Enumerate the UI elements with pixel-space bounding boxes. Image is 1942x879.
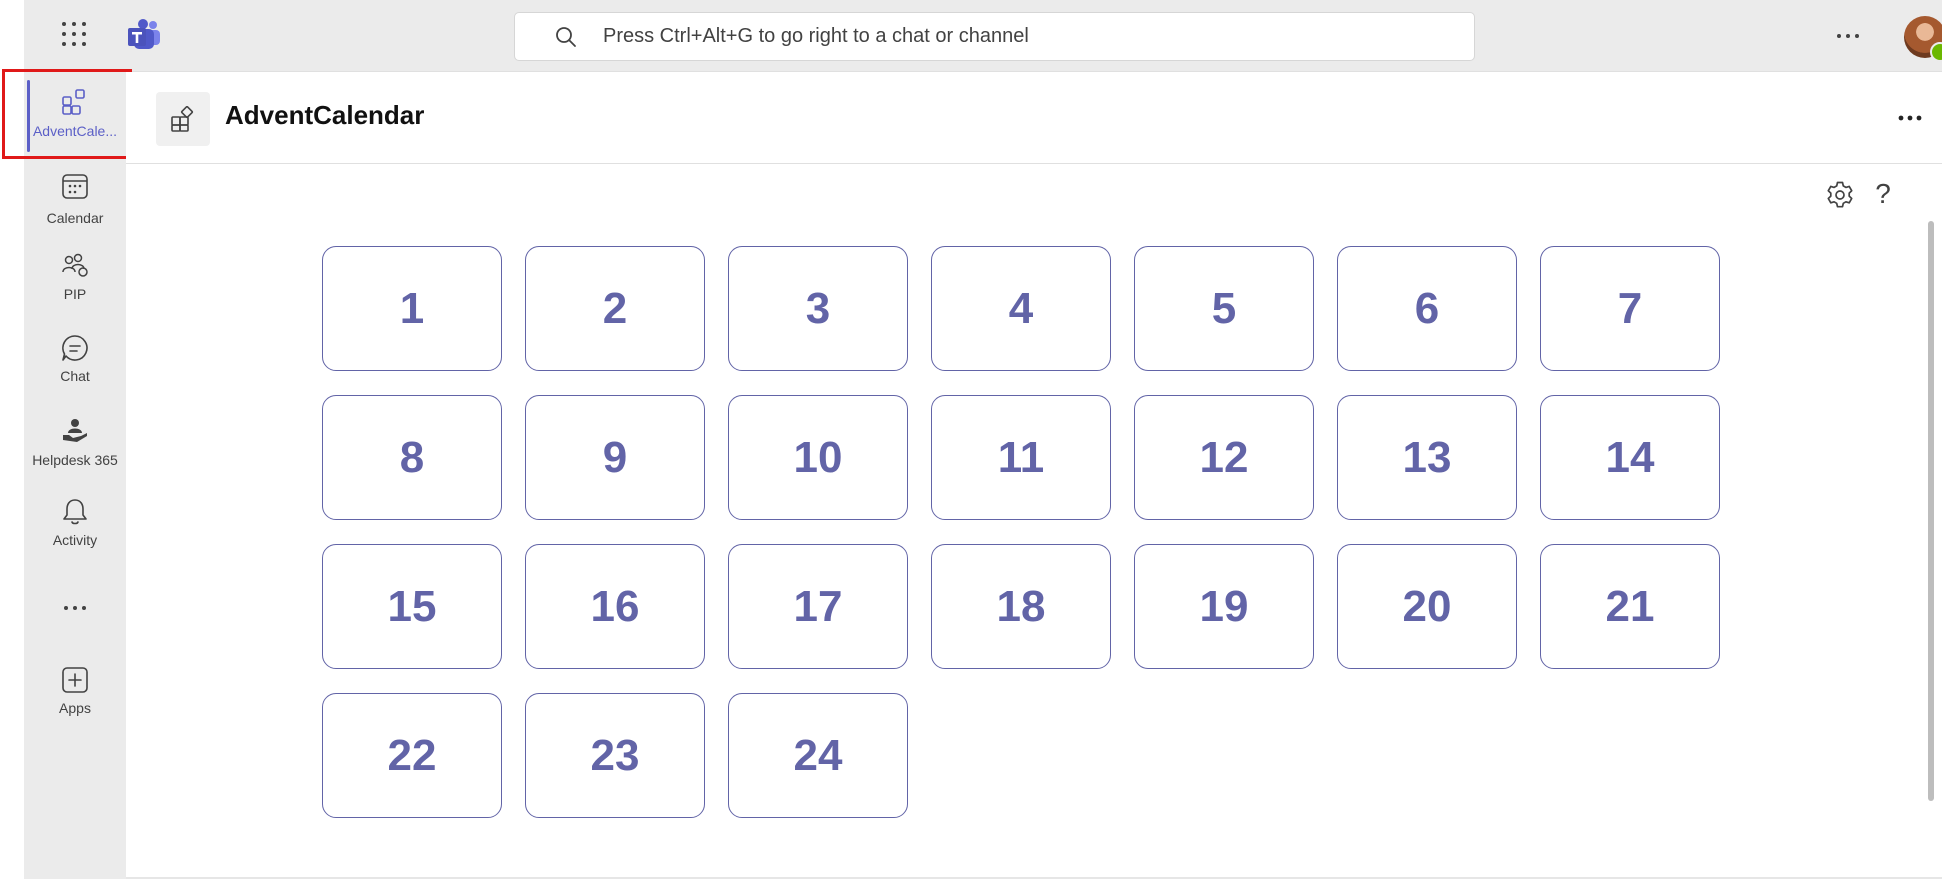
day-tile[interactable]: 1 bbox=[322, 246, 502, 371]
day-tile[interactable]: 17 bbox=[728, 544, 908, 669]
day-tile[interactable]: 8 bbox=[322, 395, 502, 520]
day-tile[interactable]: 3 bbox=[728, 246, 908, 371]
day-tile[interactable]: 11 bbox=[931, 395, 1111, 520]
sidebar-item-apps[interactable]: Apps bbox=[24, 658, 126, 730]
gear-icon[interactable] bbox=[1825, 180, 1855, 210]
sidebar-item-label: AdventCale... bbox=[32, 123, 118, 139]
more-options-icon[interactable] bbox=[1896, 108, 1924, 128]
apps-grid-icon bbox=[62, 89, 85, 115]
calendar-icon bbox=[62, 174, 88, 199]
more-options-icon[interactable] bbox=[1834, 24, 1862, 48]
day-tile[interactable]: 24 bbox=[728, 693, 908, 818]
left-strip bbox=[0, 0, 24, 879]
sidebar-item-label: Apps bbox=[59, 700, 91, 716]
helpdesk-icon bbox=[63, 419, 87, 442]
app-tile-icon bbox=[171, 106, 194, 132]
search-icon bbox=[556, 27, 576, 47]
sidebar-item-adventcalendar[interactable]: AdventCale... bbox=[24, 80, 126, 152]
sidebar-item-helpdesk[interactable]: Helpdesk 365 bbox=[24, 408, 126, 480]
main-content: ? 1 2 3 4 5 6 7 8 9 10 11 12 13 14 15 16… bbox=[126, 164, 1942, 879]
add-apps-icon bbox=[62, 667, 88, 693]
top-bar bbox=[24, 0, 1942, 72]
day-tile[interactable]: 4 bbox=[931, 246, 1111, 371]
presence-available-icon bbox=[1930, 42, 1942, 62]
day-tile[interactable]: 23 bbox=[525, 693, 705, 818]
sidebar-item-label: Helpdesk 365 bbox=[32, 452, 118, 468]
day-tile[interactable]: 22 bbox=[322, 693, 502, 818]
more-icon bbox=[64, 606, 86, 610]
day-tile[interactable]: 10 bbox=[728, 395, 908, 520]
search-input[interactable] bbox=[603, 13, 1443, 60]
chat-icon bbox=[62, 335, 88, 361]
help-icon[interactable]: ? bbox=[1868, 178, 1898, 210]
page-title: AdventCalendar bbox=[225, 100, 425, 130]
sidebar-item-activity[interactable]: Activity bbox=[24, 490, 126, 562]
day-tile[interactable]: 18 bbox=[931, 544, 1111, 669]
app-icon bbox=[156, 92, 210, 146]
day-tile[interactable]: 14 bbox=[1540, 395, 1720, 520]
app-header: AdventCalendar bbox=[126, 72, 1942, 164]
day-tile[interactable]: 15 bbox=[322, 544, 502, 669]
sidebar-item-label: Calendar bbox=[46, 210, 104, 226]
day-tile[interactable]: 19 bbox=[1134, 544, 1314, 669]
day-tile[interactable]: 12 bbox=[1134, 395, 1314, 520]
day-tile[interactable]: 21 bbox=[1540, 544, 1720, 669]
day-tile[interactable]: 5 bbox=[1134, 246, 1314, 371]
scrollbar[interactable] bbox=[1928, 221, 1934, 801]
day-tile[interactable]: 7 bbox=[1540, 246, 1720, 371]
app-launcher-icon[interactable] bbox=[62, 22, 86, 46]
day-tile[interactable]: 20 bbox=[1337, 544, 1517, 669]
sidebar-item-label: Chat bbox=[60, 368, 90, 384]
active-indicator bbox=[27, 80, 30, 152]
day-tile[interactable]: 16 bbox=[525, 544, 705, 669]
advent-calendar-grid: 1 2 3 4 5 6 7 8 9 10 11 12 13 14 15 16 1… bbox=[322, 246, 1720, 818]
sidebar-item-pip[interactable]: PIP bbox=[24, 244, 126, 316]
sidebar-item-chat[interactable]: Chat bbox=[24, 326, 126, 398]
day-tile[interactable]: 6 bbox=[1337, 246, 1517, 371]
sidebar-item-calendar[interactable]: Calendar bbox=[24, 164, 126, 236]
day-tile[interactable]: 2 bbox=[525, 246, 705, 371]
sidebar-item-label: Activity bbox=[52, 532, 98, 548]
day-tile[interactable]: 9 bbox=[525, 395, 705, 520]
day-tile[interactable]: 13 bbox=[1337, 395, 1517, 520]
app-bar: AdventCale... Calendar PIP Chat Helpdesk… bbox=[24, 72, 126, 879]
teams-logo-icon bbox=[128, 19, 160, 49]
sidebar-item-label: PIP bbox=[63, 286, 87, 302]
people-icon bbox=[62, 253, 88, 277]
sidebar-item-more[interactable] bbox=[24, 594, 126, 624]
search-bar[interactable] bbox=[514, 12, 1475, 61]
bell-icon bbox=[63, 499, 87, 525]
